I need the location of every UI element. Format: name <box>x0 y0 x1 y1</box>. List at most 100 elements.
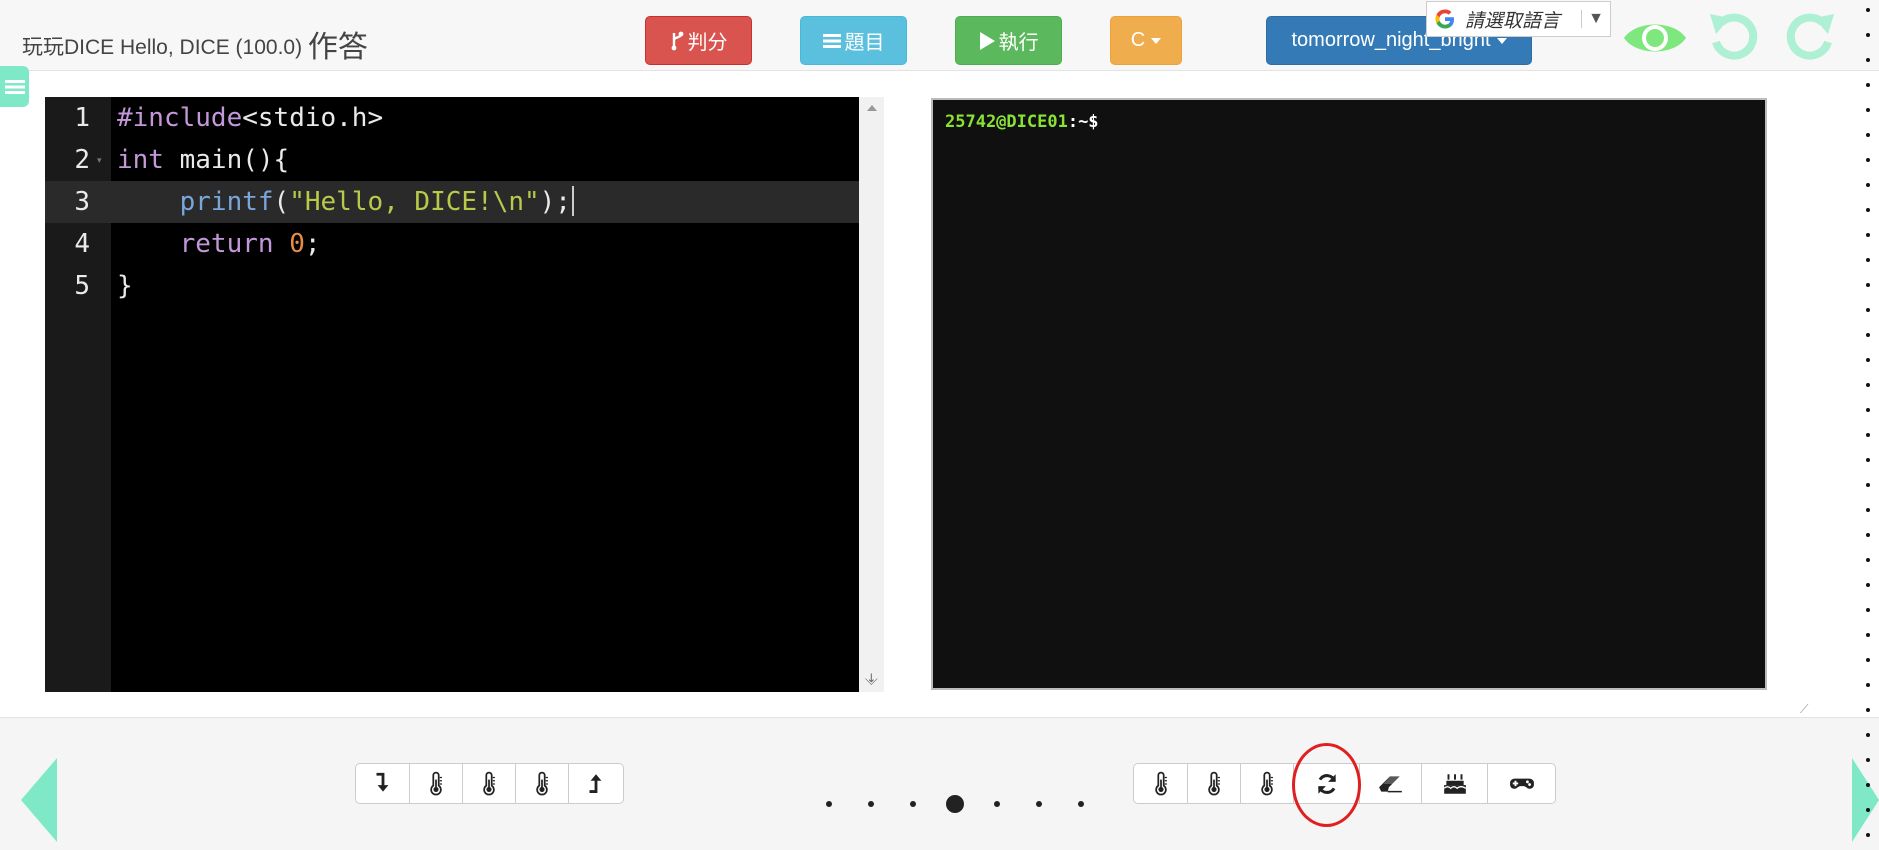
thermometer-icon <box>1261 771 1273 795</box>
thermometer-button[interactable] <box>410 764 463 803</box>
terminal-resize-handle[interactable]: ⟋ <box>1800 702 1808 717</box>
code-editor[interactable]: 1 #include<stdio.h> 2 ▾ int main(){3 printf(… <box>45 97 859 692</box>
thermometer-button[interactable] <box>463 764 516 803</box>
code-token: int <box>117 145 164 175</box>
title-text: 玩玩DICE Hello, DICE (100.0) <box>22 36 303 59</box>
code-token: main(){ <box>163 145 290 175</box>
editor-scrollbar[interactable] <box>859 97 884 692</box>
line-number: 1 <box>74 103 90 133</box>
line-number: 2 <box>74 145 90 175</box>
fold-icon[interactable]: ▾ <box>97 155 102 166</box>
cake-icon <box>1443 773 1466 794</box>
code-line[interactable]: 3 printf("Hello, DICE!\n"); <box>45 181 859 223</box>
terminal-prompt: 25742@DICE01:~$ <box>945 112 1099 132</box>
previous-arrow-icon[interactable] <box>21 758 57 842</box>
step-into-button[interactable] <box>356 764 410 803</box>
code-text: int main(){ <box>117 139 289 181</box>
code-token: "Hello, DICE!\n" <box>289 187 540 217</box>
page-title: 玩玩DICE Hello, DICE (100.0) 作答 <box>22 22 368 66</box>
language-value: C <box>1130 29 1146 51</box>
step-into-icon <box>376 772 388 792</box>
google-translate-select[interactable]: 請選取語言 ▼ <box>1426 1 1611 37</box>
score-button[interactable]: 判分 <box>645 16 752 65</box>
text-cursor <box>571 186 574 216</box>
thermometer-icon <box>483 771 495 795</box>
thermometer-icon <box>1208 771 1220 795</box>
highlight-circle <box>1292 743 1361 827</box>
code-token: return <box>179 229 274 259</box>
language-dropdown[interactable]: C <box>1110 16 1182 65</box>
line-number: 3 <box>74 187 90 217</box>
problem-button[interactable]: 題目 <box>800 16 907 65</box>
code-line[interactable]: 5} <box>45 265 859 307</box>
left-tool-group <box>355 763 624 804</box>
thermometer-button[interactable] <box>1134 764 1188 803</box>
code-token: <stdio.h> <box>242 103 384 133</box>
thermometer-icon <box>1154 771 1167 795</box>
code-text: return 0; <box>117 223 321 265</box>
chevron-down-icon <box>1496 37 1507 44</box>
bottom-toolbar <box>0 717 1879 850</box>
code-text: } <box>117 265 133 307</box>
translate-label: 請選取語言 <box>1465 10 1561 32</box>
page-dot[interactable] <box>826 801 832 807</box>
thermometer-button[interactable] <box>516 764 569 803</box>
run-button-label: 執行 <box>998 32 1039 54</box>
thermometer-button[interactable] <box>1241 764 1294 803</box>
dropdown-arrow-icon: ▼ <box>1581 10 1604 28</box>
code-token: } <box>117 271 133 301</box>
title-answer-label: 作答 <box>307 31 368 64</box>
gamepad-button[interactable] <box>1488 764 1555 803</box>
branch-icon <box>671 31 683 50</box>
page-dot[interactable] <box>868 801 874 807</box>
line-number: 5 <box>74 271 90 301</box>
thermometer-icon <box>430 771 442 795</box>
code-token: printf <box>179 187 274 217</box>
code-line[interactable]: 4 return 0; <box>45 223 859 265</box>
scroll-up-icon[interactable] <box>867 105 877 111</box>
terminal-path: :~$ <box>1067 112 1099 132</box>
top-toolbar: 玩玩DICE Hello, DICE (100.0) 作答 判分 題目 執行 C… <box>0 0 1879 71</box>
terminal-panel[interactable]: 25742@DICE01:~$ <box>931 98 1767 690</box>
list-icon <box>822 33 841 48</box>
google-icon <box>1435 9 1454 29</box>
code-token: ( <box>273 187 290 217</box>
terminal-user: 25742@DICE01 <box>945 112 1068 132</box>
code-text: printf("Hello, DICE!\n"); <box>117 181 574 223</box>
chevron-down-icon <box>1151 37 1162 44</box>
sidebar-toggle-button[interactable] <box>0 66 29 107</box>
code-token: ); <box>539 187 571 217</box>
thermometer-icon <box>536 771 548 795</box>
code-line[interactable]: 2 ▾ int main(){ <box>45 139 859 181</box>
page-dot-active[interactable] <box>946 795 964 813</box>
run-button[interactable]: 執行 <box>955 16 1062 65</box>
eraser-icon <box>1378 775 1402 792</box>
code-token: #include <box>117 103 243 133</box>
problem-button-label: 題目 <box>844 32 885 54</box>
code-text: #include<stdio.h> <box>117 97 383 139</box>
page-dot[interactable] <box>994 801 1000 807</box>
menu-icon <box>4 79 25 94</box>
step-out-icon <box>589 773 602 793</box>
page-dot[interactable] <box>1036 801 1042 807</box>
page-dot[interactable] <box>910 801 916 807</box>
redo-icon[interactable] <box>1782 8 1838 64</box>
eraser-button[interactable] <box>1360 764 1422 803</box>
gamepad-icon <box>1509 778 1534 789</box>
cake-button[interactable] <box>1422 764 1488 803</box>
score-button-label: 判分 <box>687 32 728 54</box>
code-token: ; <box>304 229 321 259</box>
thermometer-button[interactable] <box>1188 764 1241 803</box>
step-out-button[interactable] <box>569 764 623 803</box>
code-token: 0 <box>289 229 305 259</box>
eye-icon[interactable] <box>1622 14 1688 62</box>
page-dot[interactable] <box>1078 801 1084 807</box>
line-number: 4 <box>74 229 90 259</box>
play-icon <box>979 31 995 50</box>
undo-icon[interactable] <box>1706 8 1762 64</box>
right-edge-dots <box>1864 0 1874 849</box>
code-line[interactable]: 1 #include<stdio.h> <box>45 97 859 139</box>
